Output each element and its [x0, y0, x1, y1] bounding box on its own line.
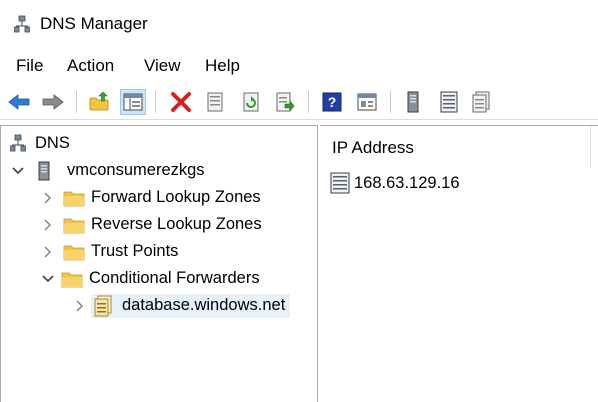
tree-label-server: vmconsumerezkgs [67, 161, 205, 179]
record-icon [328, 172, 352, 194]
toolbar: ? [0, 84, 598, 120]
toolbar-separator [155, 91, 156, 113]
list-item[interactable]: 168.63.129.16 [328, 172, 460, 194]
content-area: DNS vmconsumerezkgs Forward Lookup Zones [0, 125, 598, 402]
tree-item-trust-points[interactable]: Trust Points [41, 238, 178, 265]
results-pane[interactable]: IP Address 168.63.129.16 [320, 125, 598, 402]
tree-label-conditional-forwarders: Conditional Forwarders [89, 269, 260, 287]
menu-view[interactable]: View [142, 54, 183, 78]
tree-label-dns: DNS [35, 134, 70, 152]
toolbar-separator [76, 91, 77, 113]
chevron-down-icon[interactable] [11, 164, 25, 178]
chevron-down-icon[interactable] [41, 272, 55, 286]
server-icon [37, 161, 51, 181]
tree-item-dns[interactable]: DNS [9, 130, 70, 157]
title-bar: DNS Manager [0, 0, 598, 48]
dns-manager-icon [13, 15, 31, 35]
forward-arrow-icon[interactable] [40, 89, 66, 115]
back-arrow-icon[interactable] [6, 89, 32, 115]
show-hide-tree-icon[interactable] [120, 89, 146, 115]
folder-icon [63, 242, 85, 262]
tree-item-conditional-forwarders[interactable]: Conditional Forwarders [41, 265, 260, 292]
svg-text:?: ? [328, 94, 337, 110]
tree-item-server[interactable]: vmconsumerezkgs [11, 157, 205, 184]
tree-label-trust-points: Trust Points [91, 242, 179, 260]
list-icon[interactable] [436, 89, 462, 115]
dns-icon [9, 134, 27, 154]
chevron-right-icon[interactable] [41, 218, 55, 232]
server-icon[interactable] [400, 89, 426, 115]
tree-item-forward-lookup-zones[interactable]: Forward Lookup Zones [41, 184, 261, 211]
export-list-icon[interactable] [272, 89, 298, 115]
delete-icon[interactable] [168, 89, 194, 115]
records-icon[interactable] [468, 89, 494, 115]
refresh-icon[interactable] [238, 89, 264, 115]
help-icon[interactable]: ? [319, 89, 345, 115]
menu-help[interactable]: Help [203, 54, 242, 78]
ip-address-value: 168.63.129.16 [354, 173, 460, 192]
tree-pane[interactable]: DNS vmconsumerezkgs Forward Lookup Zones [0, 125, 318, 402]
properties-icon[interactable] [202, 89, 228, 115]
tree-label-reverse-lookup-zones: Reverse Lookup Zones [91, 215, 262, 233]
column-header-ip-address[interactable]: IP Address [332, 138, 414, 158]
toolbar-separator [390, 91, 391, 113]
folder-icon [61, 269, 83, 289]
chevron-right-icon[interactable] [41, 191, 55, 205]
tree-item-reverse-lookup-zones[interactable]: Reverse Lookup Zones [41, 211, 262, 238]
zone-file-icon [92, 295, 114, 316]
folder-icon [63, 215, 85, 235]
chevron-right-icon[interactable] [73, 299, 87, 313]
menu-bar: File Action View Help [0, 52, 598, 80]
column-divider[interactable] [590, 126, 591, 168]
folder-icon [63, 188, 85, 208]
tree-item-database-windows-net[interactable]: database.windows.net [73, 292, 291, 319]
window-title: DNS Manager [40, 14, 148, 33]
menu-file[interactable]: File [14, 54, 45, 78]
up-folder-icon[interactable] [86, 89, 112, 115]
tree-label-database-windows-net: database.windows.net [122, 296, 286, 314]
tree-label-forward-lookup-zones: Forward Lookup Zones [91, 188, 261, 206]
chevron-right-icon[interactable] [41, 245, 55, 259]
selected-item-highlight: database.windows.net [91, 293, 291, 318]
console-icon[interactable] [354, 89, 380, 115]
toolbar-separator [308, 91, 309, 113]
menu-action[interactable]: Action [65, 54, 116, 78]
